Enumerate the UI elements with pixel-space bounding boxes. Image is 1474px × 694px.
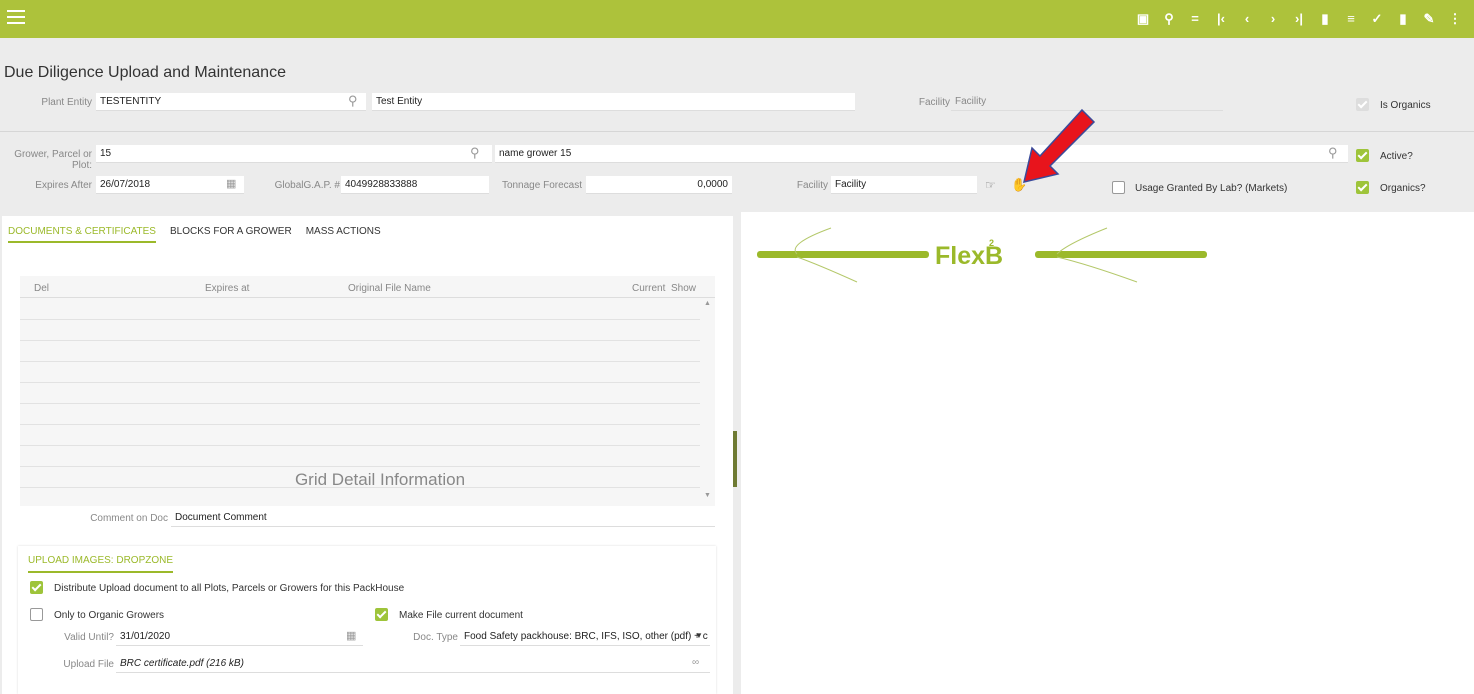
globalgap-input[interactable]: 4049928833888: [341, 176, 489, 194]
grower-name-input[interactable]: name grower 15: [495, 145, 1348, 163]
dropzone-title[interactable]: UPLOAD IMAGES: DROPZONE: [28, 555, 174, 573]
facility-input[interactable]: Facility: [831, 176, 977, 194]
doc-type-select[interactable]: Food Safety packhouse: BRC, IFS, ISO, ot…: [460, 628, 710, 646]
toolbar-icons: ▣ ⚲ = |‹ ‹ › ›| ▮ ≡ ✓ ▮ ✎ ⋮: [1130, 9, 1468, 29]
col-expires-at[interactable]: Expires at: [205, 283, 249, 294]
grid-row-line: [20, 403, 700, 404]
new-document-icon[interactable]: ▮: [1312, 9, 1338, 29]
flex2b-logo: FlexB 2: [757, 227, 1207, 283]
grower-label: Grower, Parcel or: [14, 149, 92, 160]
plant-entity-label: Plant Entity: [41, 97, 92, 108]
make-current-checkbox[interactable]: [375, 608, 388, 621]
expires-after-label: Expires After: [35, 180, 92, 191]
usage-granted-checkbox[interactable]: [1112, 181, 1125, 194]
more-vert-icon[interactable]: ⋮: [1442, 9, 1468, 29]
grid-empty-message: Grid Detail Information: [294, 470, 466, 489]
grid-row-line: [20, 466, 700, 467]
grid-row-line: [20, 424, 700, 425]
expires-after-input[interactable]: 26/07/2018: [96, 176, 244, 194]
valid-until-input[interactable]: 31/01/2020: [116, 628, 363, 646]
calendar-icon[interactable]: ▦: [346, 629, 356, 642]
last-record-icon[interactable]: ›|: [1286, 9, 1312, 29]
top-toolbar: ▣ ⚲ = |‹ ‹ › ›| ▮ ≡ ✓ ▮ ✎ ⋮: [0, 0, 1474, 38]
active-checkbox[interactable]: [1356, 149, 1369, 162]
documents-grid: Del Expires at Original File Name Curren…: [20, 276, 715, 506]
calendar-icon[interactable]: ▦: [226, 177, 236, 190]
chevron-down-icon[interactable]: ▼: [695, 631, 703, 640]
logo-superscript: 2: [989, 238, 994, 248]
organic-only-checkbox[interactable]: [30, 608, 43, 621]
grid-row-line: [20, 445, 700, 446]
tab-bar: DOCUMENTS & CERTIFICATES BLOCKS FOR A GR…: [8, 226, 395, 243]
hamburger-menu-icon[interactable]: [7, 10, 25, 26]
tonnage-input[interactable]: 0,0000: [586, 176, 732, 194]
col-show[interactable]: Show: [671, 283, 696, 294]
tab-blocks-for-grower[interactable]: BLOCKS FOR A GROWER: [170, 226, 292, 243]
scroll-up-icon[interactable]: ▲: [704, 300, 711, 307]
upload-file-label: Upload File: [63, 659, 114, 670]
doc-type-label: Doc. Type: [413, 632, 458, 643]
search-icon[interactable]: ⚲: [470, 145, 480, 161]
grid-row-line: [20, 319, 700, 320]
search-icon[interactable]: ⚲: [1328, 145, 1338, 161]
col-del[interactable]: Del: [34, 283, 49, 294]
comment-input[interactable]: Document Comment: [171, 509, 715, 527]
tonnage-label: Tonnage Forecast: [501, 180, 582, 191]
organics-checkbox[interactable]: [1356, 181, 1369, 194]
tab-documents-certificates[interactable]: DOCUMENTS & CERTIFICATES: [8, 226, 156, 243]
grid-scrollbar[interactable]: ▲ ▼: [700, 298, 714, 504]
facility-label: Facility: [918, 97, 950, 108]
col-original-file-name[interactable]: Original File Name: [348, 283, 431, 294]
is-organics-checkbox: [1356, 98, 1369, 111]
valid-until-label: Valid Until?: [64, 632, 114, 643]
first-record-icon[interactable]: |‹: [1208, 9, 1234, 29]
right-panel: [741, 212, 1474, 694]
distribute-label: Distribute Upload document to all Plots,…: [54, 583, 405, 594]
equals-icon[interactable]: =: [1182, 9, 1208, 29]
next-record-icon[interactable]: ›: [1260, 9, 1286, 29]
search-icon[interactable]: ⚲: [348, 93, 358, 109]
grower-code-input[interactable]: 15: [96, 145, 492, 163]
col-current[interactable]: Current: [632, 283, 665, 294]
panel-splitter-handle[interactable]: [733, 431, 737, 487]
grid-header: Del Expires at Original File Name Curren…: [20, 276, 715, 298]
calendar-icon[interactable]: ▣: [1130, 9, 1156, 29]
globalgap-label: GlobalG.A.P. #: [274, 180, 340, 191]
paperclip-icon[interactable]: ∞: [692, 657, 699, 668]
grid-row-line: [20, 361, 700, 362]
usage-granted-label: Usage Granted By Lab? (Markets): [1135, 183, 1288, 194]
grower-label-line2: Plot:: [71, 160, 92, 171]
plant-entity-input[interactable]: TESTENTITY: [96, 93, 366, 111]
trash-icon[interactable]: ▮: [1390, 9, 1416, 29]
active-label: Active?: [1380, 151, 1413, 162]
grid-row-line: [20, 382, 700, 383]
check-icon[interactable]: ✓: [1364, 9, 1390, 29]
distribute-checkbox[interactable]: [30, 581, 43, 594]
tab-mass-actions[interactable]: MASS ACTIONS: [306, 226, 381, 243]
scroll-down-icon[interactable]: ▼: [704, 492, 711, 499]
is-organics-label: Is Organics: [1380, 100, 1431, 111]
facility-label: Facility: [796, 180, 828, 191]
annotation-arrow: [1022, 108, 1096, 184]
make-current-label: Make File current document: [399, 610, 523, 621]
page-title: Due Diligence Upload and Maintenance: [4, 64, 286, 81]
comment-label: Comment on Doc: [90, 513, 168, 524]
list-icon[interactable]: ≡: [1338, 9, 1364, 29]
organic-only-label: Only to Organic Growers: [54, 610, 165, 621]
prev-record-icon[interactable]: ‹: [1234, 9, 1260, 29]
plant-entity-name-field: Test Entity: [372, 93, 855, 111]
search-icon[interactable]: ⚲: [1156, 9, 1182, 29]
touch-icon[interactable]: ☞: [985, 178, 996, 192]
upload-file-input[interactable]: BRC certificate.pdf (216 kB): [116, 655, 710, 673]
header-divider: [0, 131, 1474, 132]
grid-row-line: [20, 340, 700, 341]
organics-label: Organics?: [1380, 183, 1426, 194]
wrench-icon[interactable]: ✎: [1416, 9, 1442, 29]
